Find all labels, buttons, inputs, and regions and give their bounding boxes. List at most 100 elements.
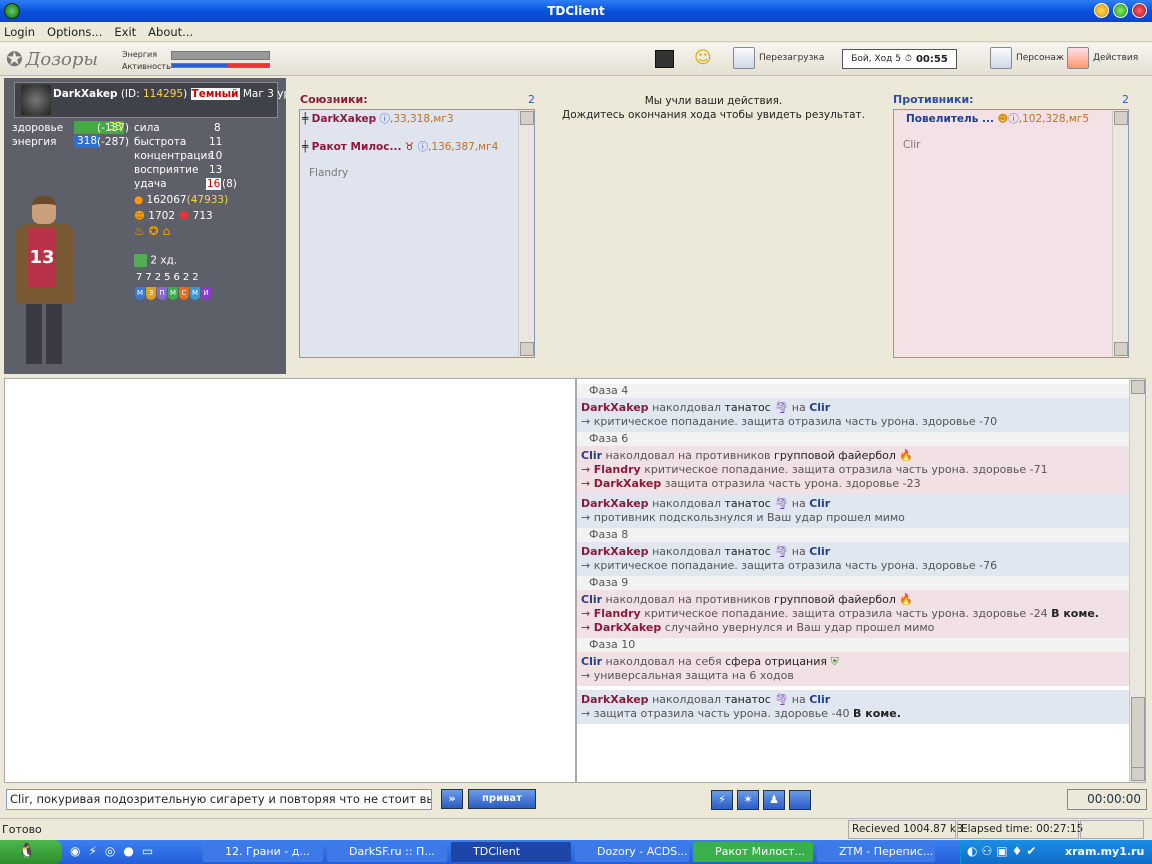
menu-about[interactable]: About... xyxy=(148,25,193,39)
task-item[interactable]: Dozory - ACDS... xyxy=(575,842,689,862)
enemies-list[interactable]: Повелитель ... ☻ⓘ,102,328,мг5 Clir xyxy=(893,109,1129,358)
concentration-value: 10 xyxy=(209,150,223,162)
reload-button[interactable]: Перезагрузка xyxy=(733,47,824,69)
enemy-row[interactable]: Повелитель ... ☻ⓘ,102,328,мг5 xyxy=(906,111,1089,126)
star-icon: ✪ xyxy=(6,47,23,71)
tornado-icon: 🌪 xyxy=(774,497,789,510)
ally-row[interactable]: ╪ Ракот Милос... ♉ ⓘ,136,387,мг4 xyxy=(302,139,498,154)
phase-header: Фаза 9 xyxy=(577,576,1130,590)
energy-value: 318 xyxy=(74,135,99,148)
shield-spell-icon: ⛨ xyxy=(830,655,839,668)
tornado-icon: 🌪 xyxy=(774,401,789,414)
log-entry: Clir наколдовал на противников групповой… xyxy=(577,590,1130,638)
allies-list[interactable]: ╪ DarkXakep ⓘ,33,318,мг3 ╪ Ракот Милос..… xyxy=(299,109,535,358)
actions-button[interactable]: Действия xyxy=(1067,47,1138,69)
demon-icon: ♉ xyxy=(404,141,415,153)
person-action-icon[interactable]: ♟ xyxy=(763,790,785,810)
minimize-button[interactable] xyxy=(1094,3,1109,18)
enemy-extra[interactable]: Clir xyxy=(903,139,920,151)
menu-login[interactable]: Login xyxy=(4,25,35,39)
tornado-icon: 🌪 xyxy=(774,545,789,558)
enemies-count: 2 xyxy=(1122,93,1129,106)
task-item[interactable]: 12. Грани - д... xyxy=(203,842,323,862)
battle-status: Бой, Ход 5 ⏱ 00:55 xyxy=(842,49,957,69)
chat-input[interactable]: Clir, покуривая подозрительную сигарету … xyxy=(6,789,432,810)
status-icons: ♨ ✪ ⌂ xyxy=(134,224,171,238)
log-entry: DarkXakep наколдовал танатос 🌪 на Clir →… xyxy=(577,494,1130,528)
menu-exit[interactable]: Exit xyxy=(114,25,136,39)
shield-numbers: 7725622 xyxy=(136,272,202,283)
shield-icon: З xyxy=(146,287,156,300)
close-button[interactable] xyxy=(1132,3,1147,18)
enemies-title: Противники: xyxy=(893,93,974,106)
activity-label: Активность xyxy=(122,62,171,71)
maximize-button[interactable] xyxy=(1113,3,1128,18)
perception-value: 13 xyxy=(209,164,223,176)
character-header: DarkXakep (ID: 114295) Темный Маг 3 ур. xyxy=(14,82,293,118)
shield-icon: М xyxy=(135,287,145,300)
send-button[interactable]: » xyxy=(441,789,463,809)
task-item[interactable]: DarkSF.ru :: П... xyxy=(327,842,447,862)
task-item-active[interactable]: TDClient xyxy=(451,842,571,862)
stopwatch-icon: ⏱ xyxy=(904,54,912,64)
chat-area[interactable] xyxy=(4,378,576,783)
smiley-icon[interactable]: ☺ xyxy=(694,48,712,68)
shield-row: МЗПМСМИ xyxy=(135,286,212,300)
tux-icon: 🐧 xyxy=(18,843,36,859)
task-item[interactable]: ZTM - Перепис... xyxy=(817,842,935,862)
phase-header: Фаза 8 xyxy=(577,528,1130,542)
log-entry: DarkXakep наколдовал танатос 🌪 на Clir →… xyxy=(577,690,1130,724)
ally-row[interactable]: ╪ DarkXakep ⓘ,33,318,мг3 xyxy=(302,111,454,126)
karma-row: ☻ 1702 ☻ 713 xyxy=(134,210,213,222)
private-button[interactable]: приват xyxy=(468,789,536,809)
info-icon: ⓘ xyxy=(417,141,429,153)
actions-icon xyxy=(1067,47,1089,69)
avatar-small[interactable] xyxy=(655,50,674,68)
log-entry: DarkXakep наколдовал танатос 🌪 на Clir →… xyxy=(577,542,1130,576)
magic-icon[interactable]: ✶ xyxy=(737,790,759,810)
blank-action-button[interactable] xyxy=(789,790,811,810)
task-item[interactable]: Ракот Милост... xyxy=(693,842,813,862)
fire-icon: 🔥 xyxy=(899,593,914,606)
shield-icon: М xyxy=(190,287,200,300)
start-button[interactable]: 🐧 xyxy=(0,840,62,864)
char-side: Темный xyxy=(190,88,240,100)
run-icon[interactable]: ⚡ xyxy=(711,790,733,810)
coin-icon: ● xyxy=(134,194,144,206)
logo: ✪ Дозоры xyxy=(6,47,99,71)
menu-bar: Login Options... Exit About... xyxy=(0,22,1152,42)
turns-row: 2 хд. xyxy=(134,254,177,267)
tray-icons: ◐⚇▣♦✔ xyxy=(967,844,1041,858)
character-button[interactable]: Персонаж xyxy=(990,47,1064,69)
light-icon: ☻ xyxy=(134,210,145,222)
person-icon xyxy=(990,47,1012,69)
char-name[interactable]: DarkXakep xyxy=(53,88,117,100)
allies-title: Союзники: xyxy=(300,93,368,106)
received-bytes: Recieved 1004.87 kB xyxy=(848,820,963,839)
battle-log[interactable]: Фаза 4 DarkXakep наколдовал танатос 🌪 на… xyxy=(576,378,1146,783)
log-entry: DarkXakep наколдовал танатос 🌪 на Clir →… xyxy=(577,398,1130,432)
status-bar: Готово Recieved 1004.87 kB Elapsed time:… xyxy=(0,818,1152,840)
energy-label-stat: энергия xyxy=(12,136,57,148)
info-icon: ⓘ xyxy=(1008,113,1019,125)
log-scrollbar[interactable] xyxy=(1129,379,1145,782)
phase-header: Фаза 10 xyxy=(577,638,1130,652)
app-icon xyxy=(4,3,20,19)
shield-icon: М xyxy=(168,287,178,300)
phase-header: Фаза 6 xyxy=(577,432,1130,446)
log-scroll-thumb[interactable] xyxy=(1131,697,1145,769)
status-extra xyxy=(1080,820,1144,839)
health-label: здоровье xyxy=(12,122,64,134)
activity-bar xyxy=(171,63,270,68)
energy-bar xyxy=(171,51,270,60)
turns-icon xyxy=(134,254,147,267)
ally-extra[interactable]: Flandry xyxy=(309,167,348,179)
menu-options[interactable]: Options... xyxy=(47,25,102,39)
quick-launch[interactable]: ◉⚡◎●▭ xyxy=(70,844,161,858)
character-portrait: 13 xyxy=(8,192,88,372)
speed-value: 11 xyxy=(209,136,223,148)
timer: 00:00:00 xyxy=(1067,789,1147,810)
enemies-scrollbar[interactable] xyxy=(1112,110,1128,357)
allies-scrollbar[interactable] xyxy=(518,110,534,357)
log-entry: Clir наколдовал на противников групповой… xyxy=(577,446,1130,494)
